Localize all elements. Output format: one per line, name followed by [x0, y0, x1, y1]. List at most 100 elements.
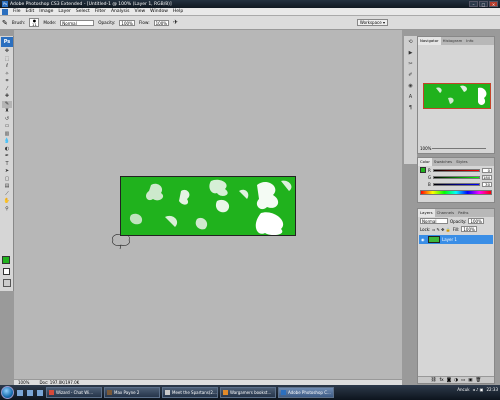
adjustment-layer-icon[interactable]: ◑ [454, 378, 458, 383]
layer-mask-icon[interactable]: ◙ [447, 378, 451, 383]
menu-help[interactable]: Help [173, 9, 183, 14]
ps-menu-icon[interactable] [2, 8, 8, 15]
slice-tool-icon[interactable]: ⁄ [2, 86, 12, 93]
shape-tool-icon[interactable]: ▢ [2, 176, 12, 183]
canvas[interactable] [120, 176, 296, 236]
start-button[interactable] [1, 386, 14, 399]
new-layer-icon[interactable]: ▣ [468, 378, 472, 383]
type-tool-icon[interactable]: T [2, 161, 12, 168]
marquee-tool-icon[interactable]: ⬚ [2, 56, 12, 63]
opacity-field[interactable]: 100% [119, 19, 135, 26]
taskbar-item-game[interactable]: Max Payne 2 [104, 387, 160, 398]
delete-layer-icon[interactable]: 🗑 [476, 378, 482, 383]
brushes-icon[interactable]: ✐ [406, 72, 415, 80]
menu-image[interactable]: Image [39, 9, 53, 14]
fill-field[interactable]: 100% [461, 226, 477, 232]
magic-wand-tool-icon[interactable]: ✧ [2, 71, 12, 78]
menu-window[interactable]: Window [150, 9, 168, 14]
lasso-tool-icon[interactable]: ℓ [2, 63, 12, 70]
brush-tool-icon[interactable]: ✎ [2, 100, 12, 108]
tab-paths[interactable]: Paths [456, 209, 470, 217]
pen-tool-icon[interactable]: ✒ [2, 153, 12, 160]
tab-color[interactable]: Color [418, 158, 432, 166]
taskbar-item-chat[interactable]: Wizard - Chat Wi... [46, 387, 102, 398]
menu-select[interactable]: Select [76, 9, 90, 14]
layer-style-icon[interactable]: fx [439, 378, 443, 383]
eyedropper-tool-icon[interactable]: ⟋ [2, 191, 12, 198]
menu-filter[interactable]: Filter [95, 9, 106, 14]
visibility-eye-icon[interactable]: ◉ [421, 237, 426, 242]
navigator-thumbnail[interactable] [423, 83, 491, 109]
green-slider[interactable] [433, 176, 480, 179]
quicklaunch-icon-1[interactable] [17, 389, 23, 396]
red-value[interactable]: 0 [482, 167, 492, 173]
quick-mask-icon[interactable] [3, 279, 11, 287]
tab-histogram[interactable]: Histogram [441, 37, 465, 45]
green-value[interactable]: 180 [482, 175, 492, 180]
tab-swatches[interactable]: Swatches [432, 158, 454, 166]
taskbar-item-photoshop[interactable]: Adobe Photoshop C... [278, 387, 334, 398]
red-slider[interactable] [432, 168, 480, 172]
navigator-zoom-slider[interactable] [432, 148, 486, 149]
menu-file[interactable]: File [13, 9, 21, 14]
paragraph-icon[interactable]: ¶ [406, 105, 415, 113]
move-tool-icon[interactable]: ✥ [2, 48, 12, 55]
quicklaunch-icon-3[interactable] [37, 389, 43, 396]
history-icon[interactable]: ⟲ [406, 39, 415, 47]
notes-tool-icon[interactable]: ▤ [2, 183, 12, 190]
crop-tool-icon[interactable]: ⌗ [2, 78, 12, 85]
healing-brush-tool-icon[interactable]: ✚ [2, 93, 12, 100]
taskbar-item-browser[interactable]: Wargamers bookst... [220, 387, 276, 398]
minimize-button[interactable]: – [469, 1, 478, 7]
tab-navigator[interactable]: Navigator [418, 37, 441, 45]
tab-info[interactable]: Info [464, 37, 475, 45]
menu-view[interactable]: View [134, 9, 145, 14]
lock-icons[interactable]: ▫ ✎ ✥ 🔒 [432, 227, 450, 232]
tab-channels[interactable]: Channels [435, 209, 457, 217]
brush-picker[interactable]: ● 11 [29, 18, 40, 27]
hand-tool-icon[interactable]: ✋ [2, 198, 12, 205]
maximize-button[interactable]: □ [479, 1, 488, 7]
clone-stamp-tool-icon[interactable]: ♜ [2, 108, 12, 115]
new-group-icon[interactable]: ▭ [461, 378, 465, 383]
mode-select[interactable]: Normal [60, 19, 95, 26]
layer-row[interactable]: ◉ Layer 1 [419, 235, 493, 244]
gradient-tool-icon[interactable]: ▥ [2, 131, 12, 138]
color-foreground-swatch[interactable] [420, 167, 426, 173]
quicklaunch-icon-2[interactable] [27, 389, 33, 396]
tray-icons[interactable]: ◂ ♪ ▣ [473, 387, 484, 392]
path-selection-tool-icon[interactable]: ➤ [2, 168, 12, 175]
navigator-zoom[interactable]: 100% [420, 146, 431, 151]
link-layers-icon[interactable]: ⛓ [431, 378, 437, 383]
clone-source-icon[interactable]: ◉ [406, 83, 415, 91]
flow-field[interactable]: 100% [153, 19, 170, 26]
menu-analysis[interactable]: Analysis [111, 9, 130, 14]
tool-presets-icon[interactable]: ✂ [406, 61, 415, 69]
color-spectrum[interactable] [420, 190, 492, 195]
tab-layers[interactable]: Layers [418, 209, 435, 217]
history-brush-tool-icon[interactable]: ↺ [2, 116, 12, 123]
close-button[interactable]: × [489, 1, 498, 7]
menu-edit[interactable]: Edit [26, 9, 35, 14]
blue-slider[interactable] [432, 183, 480, 186]
tab-styles[interactable]: Styles [454, 158, 470, 166]
foreground-color-swatch[interactable] [2, 256, 10, 264]
airbrush-icon[interactable]: ✈ [173, 19, 178, 26]
layers-opacity-field[interactable]: 100% [468, 218, 484, 224]
dodge-tool-icon[interactable]: ◐ [2, 146, 12, 153]
actions-icon[interactable]: ▶ [406, 50, 415, 58]
clock[interactable]: 22:33 [486, 387, 498, 392]
blue-value[interactable]: 30 [482, 182, 492, 187]
eraser-tool-icon[interactable]: ▭ [2, 123, 12, 130]
character-icon[interactable]: A [406, 94, 415, 102]
blend-mode-select[interactable]: Normal [420, 218, 448, 224]
blur-tool-icon[interactable]: 💧 [2, 138, 12, 145]
zoom-tool-icon[interactable]: ⚲ [2, 206, 12, 213]
menu-layer[interactable]: Layer [58, 9, 71, 14]
workspace-button[interactable]: Workspace ▾ [356, 19, 388, 26]
layer-name[interactable]: Layer 1 [442, 237, 457, 242]
taskbar-item-movie[interactable]: Meet the Spartans(2... [162, 387, 218, 398]
brush-tool-icon[interactable]: ✎ [2, 19, 8, 27]
language-indicator[interactable]: Ancuk [457, 387, 469, 392]
background-color-swatch[interactable] [3, 268, 10, 275]
